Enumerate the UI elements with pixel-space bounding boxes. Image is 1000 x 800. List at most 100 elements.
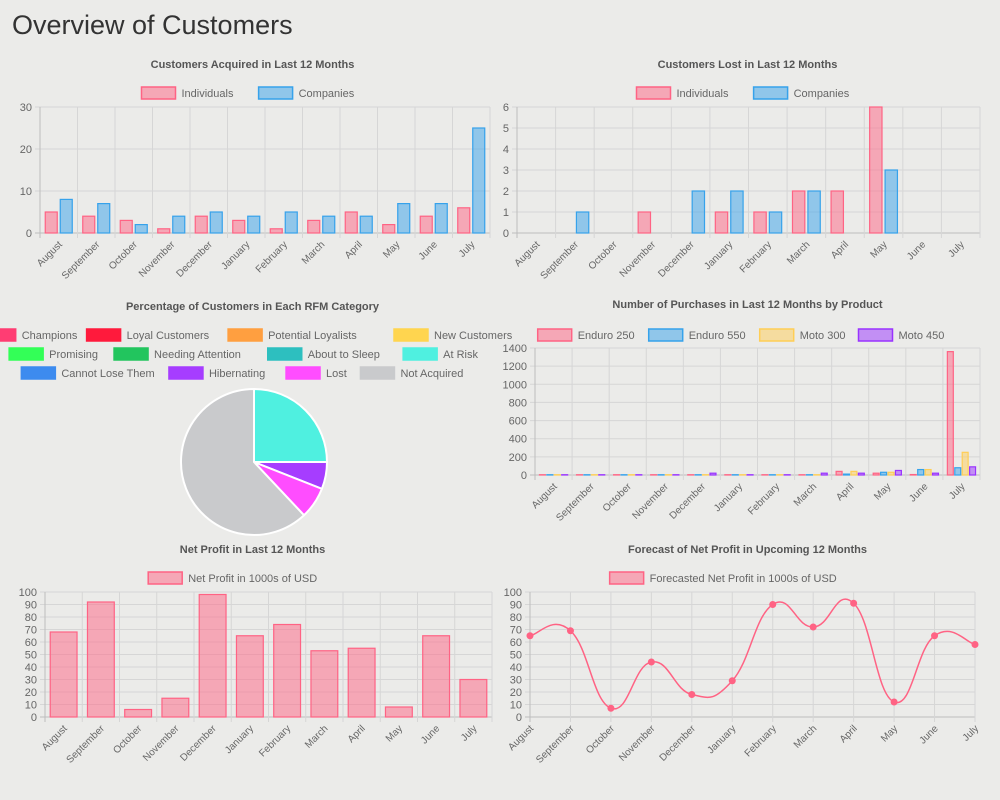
- x-tick-label: February: [738, 239, 774, 275]
- x-tick-label: September: [534, 723, 577, 766]
- bar-net-profit-in-1000s-of-usd-november: [161, 697, 190, 718]
- point-august: [526, 632, 534, 640]
- x-tick-label: January: [702, 239, 735, 272]
- x-tick-label: July: [457, 239, 477, 259]
- y-tick-label: 800: [509, 397, 527, 409]
- x-tick-label: February: [746, 481, 782, 517]
- bar-moto-450-december: [709, 472, 717, 476]
- bar-individuals-january: [714, 211, 729, 234]
- y-tick-label: 5: [503, 123, 509, 135]
- bar-net-profit-in-1000s-of-usd-june: [422, 635, 451, 718]
- chart-title: Net Profit in Last 12 Months: [180, 544, 325, 556]
- bar-individuals-october: [119, 219, 133, 234]
- x-tick-label: February: [257, 723, 293, 759]
- bar-net-profit-in-1000s-of-usd-july: [459, 678, 488, 718]
- x-tick-label: March: [785, 239, 812, 266]
- bar-companies-march: [322, 215, 336, 234]
- bar-individuals-november: [637, 211, 652, 234]
- point-january: [728, 677, 736, 685]
- bar-net-profit-in-1000s-of-usd-january: [235, 635, 264, 718]
- bar-companies-september: [575, 211, 590, 234]
- chart-title: Forecast of Net Profit in Upcoming 12 Mo…: [628, 544, 867, 556]
- chart-title: Customers Lost in Last 12 Months: [658, 59, 838, 71]
- legend-swatch: [0, 328, 17, 342]
- legend-swatch: [402, 347, 438, 361]
- bar-individuals-july: [457, 207, 471, 234]
- bar-moto-300-june: [924, 468, 932, 476]
- legend-swatch: [168, 366, 204, 380]
- bar-moto-300-july: [961, 451, 969, 476]
- bar-enduro-250-july: [946, 351, 954, 476]
- legend-label: Not Acquired: [400, 368, 463, 380]
- legend-swatch: [359, 366, 396, 380]
- chart-title: Percentage of Customers in Each RFM Cate…: [126, 301, 380, 313]
- y-tick-label: 60: [25, 637, 37, 649]
- legend-swatch: [536, 328, 573, 342]
- point-february: [769, 601, 777, 608]
- x-tick-label: December: [658, 723, 699, 764]
- bar-enduro-550-june: [917, 468, 925, 476]
- legend-label: Net Profit in 1000s of USD: [188, 573, 317, 585]
- legend-label: Champions: [22, 330, 78, 342]
- bar-companies-december: [209, 211, 223, 234]
- x-tick-label: July: [946, 239, 966, 259]
- x-tick-label: June: [417, 239, 440, 262]
- bar-moto-450-may: [894, 469, 902, 476]
- y-tick-label: 50: [510, 650, 522, 662]
- y-tick-label: 200: [509, 452, 527, 464]
- legend-label: Enduro 550: [689, 330, 746, 342]
- y-tick-label: 0: [521, 470, 527, 482]
- x-tick-label: July: [459, 723, 479, 743]
- y-tick-label: 0: [26, 228, 32, 240]
- x-tick-label: November: [141, 723, 182, 764]
- bar-companies-october: [134, 224, 148, 234]
- x-tick-label: July: [947, 481, 967, 501]
- legend-swatch: [257, 86, 294, 100]
- y-tick-label: 0: [516, 712, 522, 724]
- x-tick-label: February: [743, 723, 779, 759]
- bar-moto-450-april: [857, 472, 865, 476]
- x-tick-label: June: [918, 723, 941, 746]
- bar-companies-january: [247, 215, 261, 234]
- legend-swatch: [647, 328, 684, 342]
- point-april: [850, 599, 858, 607]
- legend-swatch: [393, 328, 429, 342]
- bar-companies-may: [397, 203, 411, 234]
- y-tick-label: 4: [503, 144, 509, 156]
- y-tick-label: 60: [510, 637, 522, 649]
- y-tick-label: 2: [503, 186, 509, 198]
- bar-companies-november: [172, 215, 186, 234]
- point-may: [890, 698, 898, 706]
- bar-net-profit-in-1000s-of-usd-february: [273, 623, 302, 718]
- x-tick-label: November: [618, 239, 659, 280]
- x-tick-label: May: [381, 239, 402, 260]
- bar-individuals-march: [307, 219, 321, 234]
- point-july: [971, 641, 979, 648]
- bar-individuals-february: [269, 228, 283, 234]
- y-tick-label: 600: [509, 416, 527, 428]
- y-tick-label: 1200: [503, 361, 527, 373]
- x-tick-label: September: [65, 723, 108, 766]
- y-tick-label: 400: [509, 434, 527, 446]
- legend-label: Individuals: [182, 88, 234, 100]
- y-tick-label: 20: [25, 687, 37, 699]
- y-tick-label: 40: [510, 662, 522, 674]
- bar-individuals-april: [344, 211, 358, 234]
- legend-label: Moto 450: [899, 330, 945, 342]
- y-tick-label: 30: [20, 102, 32, 114]
- legend-label: Hibernating: [209, 368, 265, 380]
- bar-individuals-march: [791, 190, 806, 234]
- bar-net-profit-in-1000s-of-usd-april: [347, 647, 376, 718]
- y-tick-label: 100: [504, 587, 522, 599]
- x-tick-label: January: [219, 239, 252, 272]
- x-tick-label: December: [174, 239, 215, 280]
- x-tick-label: January: [223, 723, 256, 756]
- x-tick-label: June: [905, 239, 928, 262]
- bar-companies-march: [807, 190, 821, 234]
- bar-individuals-june: [419, 215, 433, 234]
- x-tick-label: September: [554, 481, 597, 524]
- bar-individuals-december: [194, 215, 208, 234]
- legend-swatch: [147, 571, 183, 585]
- x-tick-label: April: [343, 239, 365, 261]
- bar-moto-450-june: [931, 472, 940, 476]
